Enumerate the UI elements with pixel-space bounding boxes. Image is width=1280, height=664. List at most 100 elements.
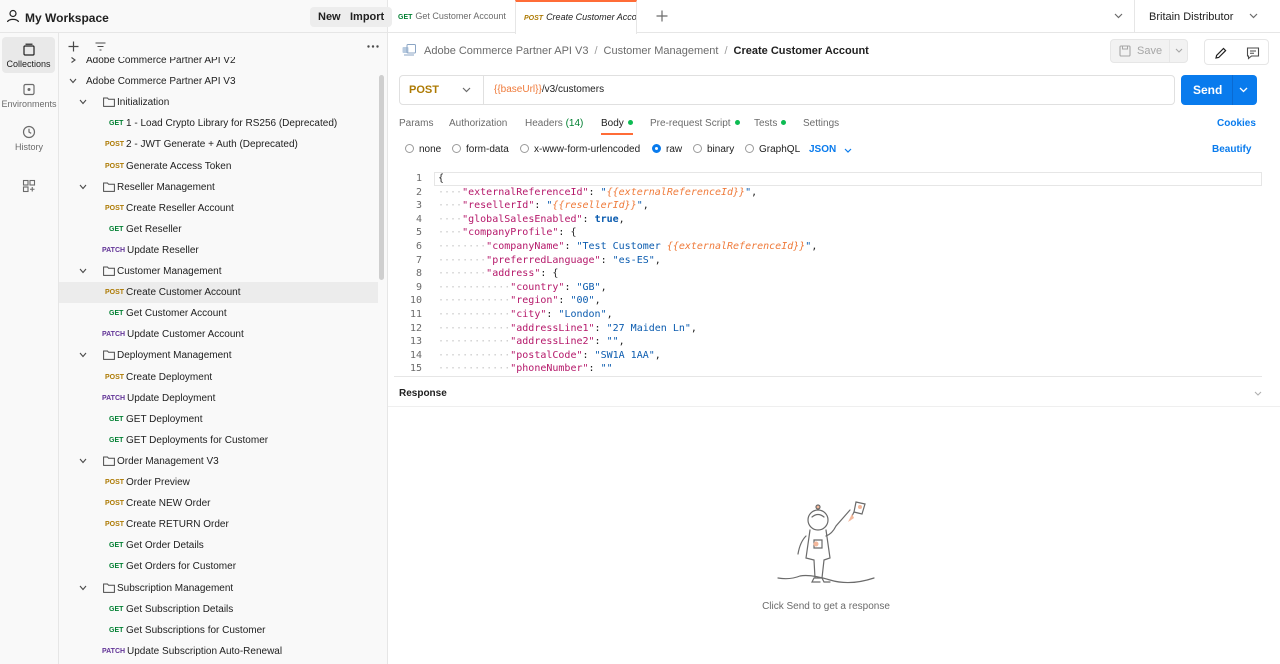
comment-icon[interactable]	[1243, 45, 1263, 61]
tree-folder[interactable]: Adobe Commerce Partner API V2	[59, 57, 378, 71]
nav-environments[interactable]: Environments	[0, 83, 58, 121]
filter-icon[interactable]	[95, 42, 106, 51]
tree-folder[interactable]: Order Management V3	[59, 451, 378, 472]
user-icon[interactable]	[6, 9, 20, 23]
tree-request[interactable]: PATCH Update Customer Account	[59, 324, 378, 345]
tab-tests-label: Tests	[754, 118, 778, 129]
tree-folder[interactable]: Reseller Management	[59, 177, 378, 198]
tree-request[interactable]: POST Create Reseller Account	[59, 198, 378, 219]
radio-none[interactable]: none	[405, 144, 441, 155]
code-token: "companyProfile"	[462, 227, 559, 239]
tree-folder[interactable]: Subscription Management	[59, 578, 378, 599]
code-token: "postalCode"	[510, 349, 583, 361]
pencil-icon[interactable]	[1211, 45, 1231, 61]
tree-request[interactable]: GET Get Reseller	[59, 219, 378, 240]
chevron-down-icon[interactable]	[69, 78, 77, 84]
send-options-chevron-icon[interactable]	[1239, 87, 1248, 93]
tree-request[interactable]: POST Generate Access Token	[59, 156, 378, 177]
body-format-select[interactable]: JSON	[809, 144, 836, 155]
chevron-down-icon[interactable]	[79, 458, 87, 464]
new-tab-plus-icon[interactable]	[656, 10, 668, 22]
radio-binary[interactable]: binary	[693, 144, 734, 155]
sidebar-nav: Collections Environments History	[0, 33, 59, 664]
nav-collections[interactable]: Collections	[2, 37, 55, 73]
nav-history[interactable]: History	[0, 125, 58, 163]
chevron-down-icon[interactable]	[79, 352, 87, 358]
code-line: 9 ············"country": "GB",	[394, 281, 1254, 295]
chevron-down-icon[interactable]	[79, 184, 87, 190]
tree-request[interactable]: GET Get Order Details	[59, 535, 378, 556]
cookies-link[interactable]: Cookies	[1217, 118, 1256, 129]
tab-get-customer-account[interactable]: GET Get Customer Account	[398, 0, 510, 33]
add-collection-icon[interactable]	[68, 41, 79, 52]
tab-prerequest-script[interactable]: Pre-request Script	[650, 118, 740, 129]
send-button[interactable]: Send	[1181, 75, 1257, 105]
tree-request[interactable]: GET Get Subscription Details	[59, 599, 378, 620]
save-options-button[interactable]	[1169, 40, 1188, 62]
sidebar: My Workspace New Import Collections Envi…	[0, 0, 393, 664]
tree-request[interactable]: PATCH Update Deployment	[59, 388, 378, 409]
tab-body[interactable]: Body	[601, 118, 633, 129]
tree-folder[interactable]: Adobe Commerce Partner API V3	[59, 71, 378, 92]
tab-headers[interactable]: Headers (14)	[525, 118, 583, 129]
folder-icon	[103, 182, 115, 192]
tree-request[interactable]: POST Order Preview	[59, 472, 378, 493]
line-number: 8	[415, 268, 422, 280]
chevron-down-icon[interactable]	[79, 99, 87, 105]
tree-request[interactable]: PATCH Update Reseller	[59, 240, 378, 261]
request-method-badge: GET	[109, 415, 124, 423]
body-code-editor[interactable]: 1{2 ····"externalReferenceId": "{{externa…	[394, 172, 1262, 377]
nav-configure[interactable]	[0, 179, 58, 217]
tree-request[interactable]: GET GET Deployment	[59, 409, 378, 430]
collapse-chevron-icon[interactable]	[1254, 391, 1262, 396]
tree-request[interactable]: POST Create RETURN Order	[59, 514, 378, 535]
radio-form-data[interactable]: form-data	[452, 144, 509, 155]
method-select[interactable]: POST	[400, 76, 484, 104]
beautify-link[interactable]: Beautify	[1212, 144, 1251, 155]
save-button[interactable]: Save	[1110, 39, 1188, 63]
tree-request[interactable]: POST Create NEW Order	[59, 493, 378, 514]
environment-select[interactable]: Britain Distributor	[1134, 0, 1280, 33]
tabs-chevron-down-icon[interactable]	[1114, 13, 1123, 19]
chevron-down-icon[interactable]	[79, 585, 87, 591]
tree-request[interactable]: POST Create Deployment	[59, 367, 378, 388]
radio-raw[interactable]: raw	[652, 144, 682, 155]
tree-request[interactable]: PATCH Update Subscription Auto-Renewal	[59, 641, 378, 662]
tab-tests[interactable]: Tests	[754, 118, 787, 129]
environments-icon	[23, 83, 35, 96]
code-token: :	[558, 295, 571, 307]
radio-graphql[interactable]: GraphQL	[745, 144, 800, 155]
radio-urlencoded[interactable]: x-www-form-urlencoded	[520, 144, 640, 155]
breadcrumb-collection[interactable]: Adobe Commerce Partner API V3	[424, 45, 588, 57]
code-token: {{resellerId}}	[552, 200, 637, 212]
tree-folder[interactable]: Deployment Management	[59, 345, 378, 366]
tab-authorization[interactable]: Authorization	[449, 118, 507, 129]
tree-request-label: Update Subscription Auto-Renewal	[127, 645, 283, 657]
chevron-right-icon[interactable]	[69, 57, 77, 63]
nav-history-label: History	[14, 142, 43, 152]
chevron-down-icon[interactable]	[844, 148, 852, 153]
tab-create-customer-account[interactable]: POST Create Customer Acco	[515, 0, 637, 34]
tab-settings[interactable]: Settings	[803, 118, 839, 129]
workspace-name[interactable]: My Workspace	[25, 11, 109, 25]
breadcrumb-folder[interactable]: Customer Management	[604, 45, 719, 57]
more-options-icon[interactable]	[367, 45, 379, 48]
tree-request[interactable]: GET GET Deployments for Customer	[59, 430, 378, 451]
tree-request[interactable]: GET 1 - Load Crypto Library for RS256 (De…	[59, 113, 378, 134]
chevron-down-icon[interactable]	[79, 268, 87, 274]
import-button[interactable]: Import	[342, 7, 393, 27]
tree-request[interactable]: GET Get Orders for Customer	[59, 556, 378, 577]
tree-folder[interactable]: Initialization	[59, 92, 378, 113]
tree-folder[interactable]: Customer Management	[59, 261, 378, 282]
code-line: 5 ····"companyProfile": {	[394, 226, 1254, 240]
tree-request[interactable]: POST Create Customer Account	[59, 282, 378, 304]
code-token: ,	[618, 213, 625, 225]
tree-request[interactable]: GET Get Customer Account	[59, 303, 378, 324]
request-method-badge: PATCH	[102, 246, 126, 254]
tree-scrollbar[interactable]	[379, 75, 384, 280]
tab-params[interactable]: Params	[399, 118, 433, 129]
url-input[interactable]: {{baseUrl}}/v3/customers	[494, 84, 604, 95]
tree-request[interactable]: GET Get Subscriptions for Customer	[59, 620, 378, 641]
tree-request[interactable]: POST 2 - JWT Generate + Auth (Deprecated)	[59, 134, 378, 155]
request-name[interactable]: Create Customer Account	[734, 45, 869, 57]
